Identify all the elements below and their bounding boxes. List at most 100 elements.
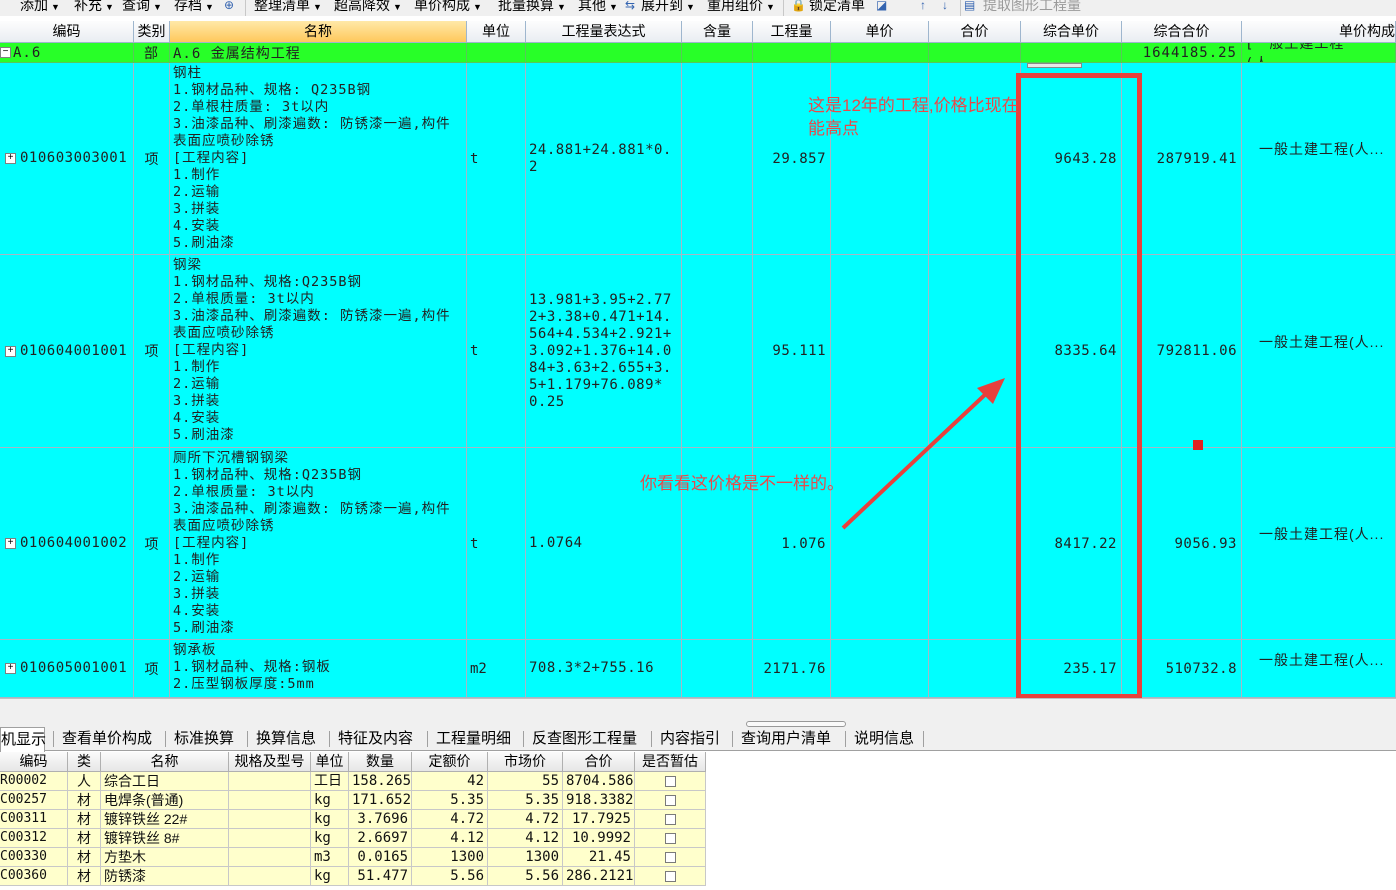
material-unit[interactable]: kg bbox=[311, 810, 349, 829]
material-market-price[interactable]: 4.72 bbox=[488, 810, 563, 829]
column-header-price[interactable]: 单价 bbox=[831, 21, 929, 43]
material-unit[interactable]: m3 bbox=[311, 848, 349, 867]
provisional-checkbox[interactable] bbox=[664, 813, 676, 825]
material-total[interactable]: 17.7925 bbox=[563, 810, 635, 829]
material-type[interactable]: 材 bbox=[68, 848, 101, 867]
toolbar-button-10[interactable]: 重用组价 ▼ bbox=[707, 0, 775, 15]
material-provisional[interactable] bbox=[635, 848, 706, 867]
material-provisional[interactable] bbox=[635, 867, 706, 886]
toolbar-button-9[interactable]: 展开到 ▼ bbox=[641, 0, 695, 15]
material-market-price[interactable]: 5.56 bbox=[488, 867, 563, 886]
expand-icon[interactable]: + bbox=[5, 538, 16, 549]
column-header-unit[interactable]: 单位 bbox=[467, 21, 526, 43]
bill-name-cell[interactable]: 钢柱 1.钢材品种、规格: Q235B钢 2.单根柱质量: 3t以内 3.油漆品… bbox=[170, 63, 467, 255]
tab-7[interactable]: 内容指引 bbox=[660, 727, 720, 751]
expand-icon[interactable]: + bbox=[5, 663, 16, 674]
bill-name-cell[interactable]: 钢承板 1.钢材品种、规格:钢板 2.压型钢板厚度:5mm bbox=[170, 640, 467, 698]
material-qty[interactable]: 2.6697 bbox=[349, 829, 412, 848]
toolbar-button-8[interactable]: 其他 ▼ bbox=[578, 0, 618, 15]
material-spec[interactable] bbox=[229, 791, 311, 810]
material-qty[interactable]: 3.7696 bbox=[349, 810, 412, 829]
bill-expression-cell[interactable]: 708.3*2+755.16 bbox=[526, 640, 682, 698]
material-type[interactable]: 材 bbox=[68, 810, 101, 829]
material-type[interactable]: 材 bbox=[68, 829, 101, 848]
provisional-checkbox[interactable] bbox=[664, 794, 676, 806]
bill-code-cell[interactable]: +010604001002 bbox=[0, 448, 134, 640]
tab-4[interactable]: 特征及内容 bbox=[338, 727, 413, 751]
material-unit[interactable]: kg bbox=[311, 867, 349, 886]
material-provisional[interactable] bbox=[635, 829, 706, 848]
column-header-unit-price[interactable]: 综合单价 bbox=[1021, 21, 1122, 43]
bill-expression-cell[interactable]: 24.881+24.881*0.2 bbox=[526, 63, 682, 255]
column-header-content[interactable]: 含量 bbox=[682, 21, 753, 43]
materials-header-provisional[interactable]: 是否暂估 bbox=[635, 752, 706, 772]
provisional-checkbox[interactable] bbox=[664, 775, 676, 787]
tab-8[interactable]: 查询用户清单 bbox=[741, 727, 831, 751]
material-provisional[interactable] bbox=[635, 810, 706, 829]
toolbar-button-5[interactable]: 超高降效 ▼ bbox=[334, 0, 402, 15]
pane-splitter[interactable] bbox=[0, 698, 1396, 727]
material-qty[interactable]: 0.0165 bbox=[349, 848, 412, 867]
material-unit[interactable]: kg bbox=[311, 829, 349, 848]
material-unit[interactable]: 工日 bbox=[311, 772, 349, 791]
column-header-amount[interactable]: 合价 bbox=[929, 21, 1021, 43]
section-row[interactable]: −A.6 部 A.6 金属结构工程 1644185.25 [一般土建工程(人... bbox=[0, 43, 1396, 63]
material-quota-price[interactable]: 5.35 bbox=[412, 791, 488, 810]
column-header-quantity[interactable]: 工程量 bbox=[753, 21, 831, 43]
bill-row[interactable]: +010604001001 项钢梁 1.钢材品种、规格:Q235B钢 2.单根质量… bbox=[0, 255, 1396, 448]
materials-header-type[interactable]: 类 bbox=[68, 752, 101, 772]
bill-row[interactable]: +010603003001 项钢柱 1.钢材品种、规格: Q235B钢 2.单根柱… bbox=[0, 63, 1396, 255]
bill-expression-cell[interactable]: 13.981+3.95+2.772+3.38+0.471+14.564+4.53… bbox=[526, 255, 682, 448]
material-spec[interactable] bbox=[229, 810, 311, 829]
material-quota-price[interactable]: 1300 bbox=[412, 848, 488, 867]
tab-3[interactable]: 换算信息 bbox=[256, 727, 316, 751]
column-header-code[interactable]: 编码 bbox=[0, 21, 134, 43]
material-quota-price[interactable]: 4.72 bbox=[412, 810, 488, 829]
material-total[interactable]: 286.2121 bbox=[563, 867, 635, 886]
material-qty[interactable]: 158.265 bbox=[349, 772, 412, 791]
toolbar-button-4[interactable]: 整理清单 ▼ bbox=[254, 0, 322, 15]
material-type[interactable]: 材 bbox=[68, 791, 101, 810]
material-type[interactable]: 人 bbox=[68, 772, 101, 791]
toolbar-button-11[interactable]: 锁定清单 bbox=[809, 0, 865, 15]
toolbar-button-3[interactable]: 存档 ▼ bbox=[174, 0, 214, 15]
expand-tree-icon[interactable]: ⇆ bbox=[625, 0, 635, 12]
material-spec[interactable] bbox=[229, 867, 311, 886]
arrow-down-icon[interactable]: ↓ bbox=[942, 0, 948, 12]
arrow-up-icon[interactable]: ↑ bbox=[920, 0, 926, 12]
material-quota-price[interactable]: 4.12 bbox=[412, 829, 488, 848]
materials-header-code[interactable]: 编码 bbox=[0, 752, 68, 772]
column-header-total-price[interactable]: 综合合价 bbox=[1122, 21, 1242, 43]
provisional-checkbox[interactable] bbox=[664, 870, 676, 882]
material-qty[interactable]: 171.652 bbox=[349, 791, 412, 810]
tab-6[interactable]: 反查图形工程量 bbox=[532, 727, 637, 751]
material-name[interactable]: 镀锌铁丝 8# bbox=[101, 829, 229, 848]
bill-name-cell[interactable]: 钢梁 1.钢材品种、规格:Q235B钢 2.单根质量: 3t以内 3.油漆品种、… bbox=[170, 255, 467, 448]
tab-2[interactable]: 标准换算 bbox=[174, 727, 234, 751]
column-header-name[interactable]: 名称 bbox=[170, 21, 467, 43]
materials-header-quota-price[interactable]: 定额价 bbox=[412, 752, 488, 772]
material-quota-price[interactable]: 5.56 bbox=[412, 867, 488, 886]
toolbar-button-0[interactable]: 添加 ▼ bbox=[20, 0, 60, 15]
expand-icon[interactable]: + bbox=[5, 345, 16, 357]
material-market-price[interactable]: 55 bbox=[488, 772, 563, 791]
material-total[interactable]: 21.45 bbox=[563, 848, 635, 867]
material-total[interactable]: 10.9992 bbox=[563, 829, 635, 848]
collapse-icon[interactable]: − bbox=[0, 47, 11, 58]
provisional-checkbox[interactable] bbox=[664, 832, 676, 844]
material-market-price[interactable]: 1300 bbox=[488, 848, 563, 867]
material-type[interactable]: 材 bbox=[68, 867, 101, 886]
material-spec[interactable] bbox=[229, 848, 311, 867]
materials-header-name[interactable]: 名称 bbox=[101, 752, 229, 772]
toolbar-button-2[interactable]: 查询 ▼ bbox=[122, 0, 162, 15]
toolbar-button-1[interactable]: 补充 ▼ bbox=[74, 0, 114, 15]
paint-icon[interactable]: ◪ bbox=[876, 0, 887, 12]
column-scroll-marker[interactable] bbox=[1027, 63, 1082, 68]
column-header-expression[interactable]: 工程量表达式 bbox=[526, 21, 682, 43]
materials-header-spec[interactable]: 规格及型号 bbox=[229, 752, 311, 772]
bill-code-cell[interactable]: +010605001001 bbox=[0, 640, 134, 698]
material-market-price[interactable]: 5.35 bbox=[488, 791, 563, 810]
material-spec[interactable] bbox=[229, 829, 311, 848]
material-spec[interactable] bbox=[229, 772, 311, 791]
extract-icon[interactable]: ▤ bbox=[964, 0, 975, 12]
